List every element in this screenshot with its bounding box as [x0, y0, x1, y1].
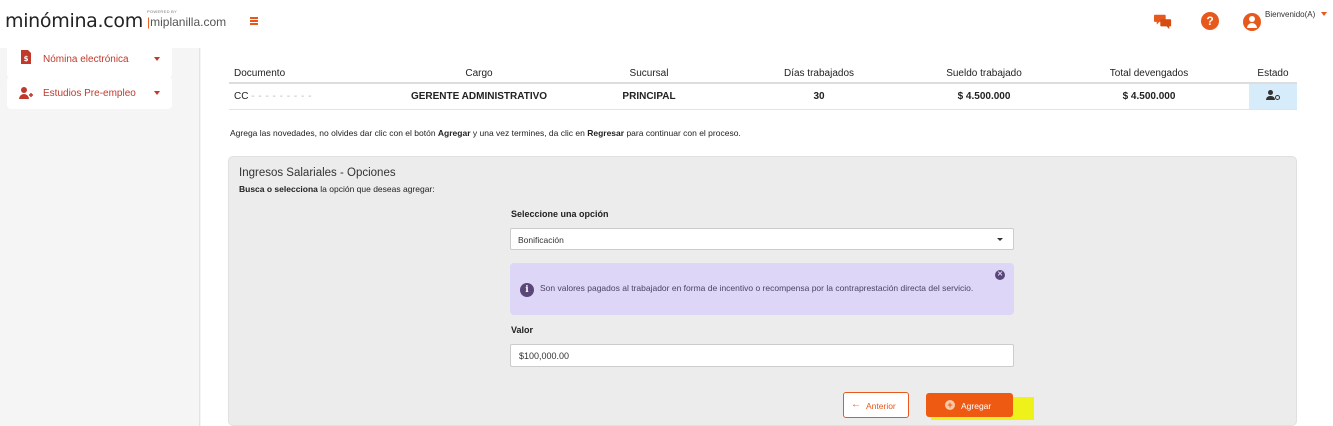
powered-by-label: POWERED BY — [147, 9, 178, 14]
svg-text:$: $ — [24, 55, 29, 63]
cell-total: $ 4.500.000 — [1049, 83, 1249, 110]
col-cargo: Cargo — [379, 64, 579, 84]
user-avatar-icon[interactable] — [1243, 13, 1261, 31]
main-content: Documento Cargo Sucursal Días trabajados… — [201, 48, 1333, 426]
sidebar-item-label: Estudios Pre-empleo — [43, 88, 136, 99]
table-header-row: Documento Cargo Sucursal Días trabajados… — [229, 64, 1297, 84]
info-icon: i — [520, 283, 534, 297]
anterior-label: Anterior — [866, 401, 896, 411]
help-icon[interactable]: ? — [1201, 12, 1219, 30]
ingresos-panel: Ingresos Salariales - Opciones Busca o s… — [228, 156, 1297, 426]
agregar-button[interactable]: + Agregar — [926, 393, 1013, 417]
col-sucursal: Sucursal — [579, 64, 719, 84]
cell-sucursal: PRINCIPAL — [579, 83, 719, 110]
agregar-label: Agregar — [961, 401, 992, 411]
close-icon[interactable]: ✕ — [995, 270, 1005, 280]
panel-subtitle: Busca o selecciona la opción que deseas … — [239, 184, 435, 194]
cell-sueldo: $ 4.500.000 — [919, 83, 1049, 110]
chevron-down-icon[interactable] — [1321, 12, 1327, 16]
plus-circle-icon: + — [945, 400, 955, 410]
instructions-text: Agrega las novedades, no olvides dar cli… — [230, 128, 741, 138]
minomina-logo[interactable]: minómina.com — [5, 10, 143, 32]
col-documento: Documento — [229, 64, 379, 84]
valor-label: Valor — [511, 325, 534, 335]
cell-estado[interactable] — [1249, 83, 1297, 110]
menu-toggle-icon[interactable] — [250, 17, 258, 25]
anterior-button[interactable]: ← Anterior — [843, 392, 909, 418]
info-alert: i Son valores pagados al trabajador en f… — [510, 263, 1014, 315]
valor-input[interactable]: $100,000.00 — [510, 344, 1014, 367]
col-sueldo: Sueldo trabajado — [919, 64, 1049, 84]
chevron-down-icon — [154, 57, 160, 61]
sidebar: $ Nómina electrónica Estudios Pre-empleo — [0, 40, 200, 426]
employee-table: Documento Cargo Sucursal Días trabajados… — [229, 64, 1297, 110]
arrow-left-icon: ← — [851, 399, 861, 410]
sidebar-item-estudios-pre-empleo[interactable]: Estudios Pre-empleo — [7, 77, 172, 109]
select-value: Bonificación — [518, 235, 564, 245]
panel-title: Ingresos Salariales - Opciones — [239, 167, 396, 179]
select-label: Seleccione una opción — [511, 209, 609, 219]
cell-documento: CC - - - - - - - - - — [229, 83, 379, 110]
sidebar-item-nomina-electronica[interactable]: $ Nómina electrónica — [7, 40, 172, 78]
chat-icon[interactable] — [1154, 12, 1172, 30]
col-total: Total devengados — [1049, 64, 1249, 84]
welcome-text[interactable]: Bienvenido(A) — [1265, 10, 1315, 19]
table-row: CC - - - - - - - - - GERENTE ADMINISTRAT… — [229, 83, 1297, 110]
alert-message: Son valores pagados al trabajador en for… — [540, 283, 974, 293]
cell-cargo: GERENTE ADMINISTRATIVO — [379, 83, 579, 110]
sidebar-item-label: Nómina electrónica — [43, 54, 129, 65]
valor-value: $100,000.00 — [519, 351, 570, 361]
user-settings-icon[interactable] — [1266, 89, 1280, 100]
chevron-down-icon — [154, 91, 160, 95]
file-dollar-icon: $ — [21, 50, 31, 64]
col-dias: Días trabajados — [719, 64, 919, 84]
top-header: minómina.com POWERED BY |miplanilla.com … — [0, 0, 1333, 48]
chevron-down-icon — [997, 238, 1003, 241]
user-plus-icon — [19, 87, 33, 99]
miplanilla-logo: |miplanilla.com — [147, 15, 227, 29]
option-select[interactable]: Bonificación — [510, 228, 1014, 250]
col-estado: Estado — [1249, 64, 1297, 84]
cell-dias: 30 — [719, 83, 919, 110]
